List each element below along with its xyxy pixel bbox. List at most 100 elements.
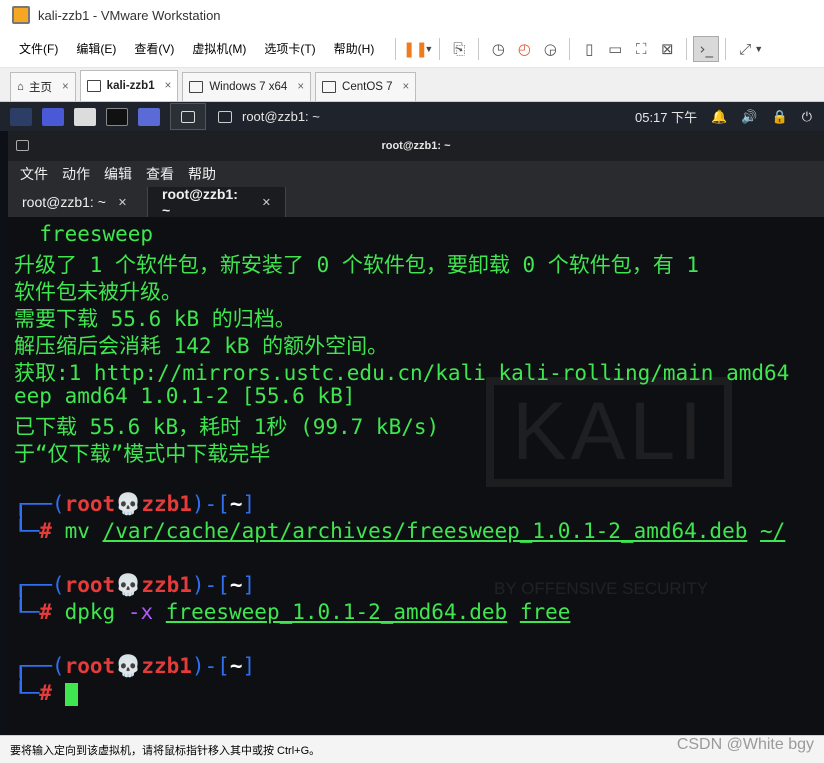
volume-icon[interactable]: 🔊	[741, 109, 757, 125]
revert-snapshot-icon[interactable]: ◴	[511, 36, 537, 62]
vm-icon	[86, 80, 101, 92]
unity-icon[interactable]: ⊠	[654, 36, 680, 62]
show-desktop-icon[interactable]	[42, 107, 64, 126]
fullscreen-icon[interactable]: ⛶	[628, 36, 654, 62]
toolbar: ❚❚ ▼ ⎘ ◷ ◴ ◶ ▯ ▭ ⛶ ⊠ ›_ ⤢ ▼	[389, 35, 763, 62]
skull-icon: 💀	[115, 492, 142, 516]
menu-edit[interactable]: 编辑(E)	[67, 40, 125, 57]
menu-tabs[interactable]: 选项卡(T)	[255, 40, 324, 57]
toolbar-divider	[439, 37, 441, 60]
chevron-down-icon[interactable]: ▼	[754, 44, 763, 54]
kali-top-panel: root@zzb1: ~ 05:17 下午 🔔 🔊 🔒 ⏻	[0, 102, 824, 131]
prompt-user: root	[64, 492, 116, 516]
prompt-dir: ~	[229, 492, 243, 516]
tab-home[interactable]: ⌂ 主页 ×	[10, 72, 76, 101]
terminal-tab-active[interactable]: root@zzb1: ~ ✕	[148, 186, 286, 218]
tab-kali-zzb1[interactable]: kali-zzb1 ×	[79, 70, 179, 101]
bell-icon[interactable]: 🔔	[711, 109, 727, 125]
kali-menu-icon[interactable]	[10, 107, 32, 126]
vmware-logo-icon	[12, 6, 30, 24]
kali-watermark-logo: KALI	[486, 377, 732, 487]
skull-icon: 💀	[115, 573, 142, 597]
prompt-host: zzb1	[141, 492, 192, 516]
prompt-host: zzb1	[141, 654, 192, 678]
close-icon[interactable]: ×	[403, 81, 410, 93]
toolbar-divider	[569, 37, 571, 60]
chevron-down-icon[interactable]: ▼	[424, 44, 433, 54]
close-icon[interactable]: ×	[297, 81, 304, 93]
terminal-menubar: 文件 动作 编辑 查看 帮助	[8, 161, 824, 187]
terminal-menu-action[interactable]: 动作	[62, 164, 90, 184]
command-exe: mv	[64, 519, 90, 543]
terminal-menu-help[interactable]: 帮助	[188, 164, 216, 184]
menu-help[interactable]: 帮助(H)	[325, 40, 384, 57]
csdn-watermark: CSDN @White bgy	[676, 736, 814, 753]
output-line: 解压缩后会消耗 142 kB 的额外空间。	[14, 334, 389, 358]
taskbar-terminal[interactable]: root@zzb1: ~	[218, 109, 320, 124]
output-line: 升级了 1 个软件包，新安装了 0 个软件包，要卸载 0 个软件包，有 1	[14, 253, 700, 277]
terminal-menu-view[interactable]: 查看	[146, 164, 174, 184]
prompt-user: root	[64, 654, 116, 678]
command-line[interactable]: └─#	[14, 681, 78, 706]
sidebar-icon[interactable]: ▯	[576, 36, 602, 62]
vm-display[interactable]: root@zzb1: ~ 05:17 下午 🔔 🔊 🔒 ⏻ root@zzb1:…	[0, 102, 824, 735]
vm-icon	[189, 81, 204, 93]
skull-icon: 💀	[115, 654, 142, 678]
close-icon[interactable]: ✕	[118, 196, 127, 209]
window-title: kali-zzb1 - VMware Workstation	[38, 7, 221, 23]
tab-label: kali-zzb1	[106, 80, 155, 92]
toolbar-divider	[686, 37, 688, 60]
output-line: eep amd64 1.0.1-2 [55.6 kB]	[14, 384, 356, 408]
terminal-menu-file[interactable]: 文件	[20, 164, 48, 184]
terminal-icon	[16, 140, 29, 151]
prompt-host: zzb1	[141, 573, 192, 597]
terminal-title: root@zzb1: ~	[381, 140, 451, 152]
prompt-dir: ~	[229, 573, 243, 597]
menu-bar: 文件(F) 编辑(E) 查看(V) 虚拟机(M) 选项卡(T) 帮助(H) ❚❚…	[0, 30, 824, 68]
recorder-icon[interactable]	[138, 107, 160, 126]
command-exe: dpkg	[64, 600, 116, 624]
console-icon[interactable]: ›_	[693, 35, 720, 62]
close-icon[interactable]: ×	[62, 81, 69, 93]
home-icon: ⌂	[17, 81, 24, 93]
clock[interactable]: 05:17 下午	[635, 107, 697, 126]
output-line: 已下载 55.6 kB，耗时 1秒 (99.7 kB/s)	[14, 415, 440, 439]
send-keys-icon[interactable]: ⎘	[446, 36, 472, 62]
menu-file[interactable]: 文件(F)	[10, 40, 67, 57]
snapshot-icon[interactable]: ◷	[485, 36, 511, 62]
terminal-icon	[181, 110, 195, 123]
close-icon[interactable]: ×	[165, 80, 172, 92]
tab-windows-7[interactable]: Windows 7 x64 ×	[182, 72, 312, 101]
output-line: 于“仅下载”模式中下载完毕	[14, 442, 271, 466]
terminal-tab-label: root@zzb1: ~	[22, 194, 106, 210]
terminal-menu-edit[interactable]: 编辑	[104, 164, 132, 184]
terminal-output[interactable]: KALI BY OFFENSIVE SECURITY freesweep 升级了…	[8, 217, 824, 735]
terminal-tab[interactable]: root@zzb1: ~ ✕	[8, 187, 148, 217]
tab-centos-7[interactable]: CentOS 7 ×	[315, 72, 417, 101]
menu-vm[interactable]: 虚拟机(M)	[183, 40, 255, 57]
menu-view[interactable]: 查看(V)	[125, 40, 183, 57]
vm-tab-bar: ⌂ 主页 × kali-zzb1 × Windows 7 x64 × CentO…	[0, 68, 824, 102]
taskbar-window-title: root@zzb1: ~	[242, 109, 320, 124]
terminal-launcher-icon[interactable]	[106, 107, 128, 126]
prompt-dir: ~	[229, 654, 243, 678]
active-window-button[interactable]	[170, 103, 206, 130]
prompt-line: ┌──(root💀zzb1)-[~]	[14, 654, 256, 678]
prompt-user: root	[64, 573, 116, 597]
prompt-line: ┌──(root💀zzb1)-[~]	[14, 492, 256, 516]
toolbar-divider	[725, 37, 727, 60]
terminal-tab-bar: root@zzb1: ~ ✕ root@zzb1: ~ ✕	[8, 186, 824, 218]
power-icon[interactable]: ⏻	[802, 109, 812, 125]
lock-icon[interactable]: 🔒	[772, 109, 788, 125]
thumbnail-icon[interactable]: ▭	[602, 36, 628, 62]
title-bar: kali-zzb1 - VMware Workstation	[0, 0, 824, 30]
file-manager-icon[interactable]	[74, 107, 96, 126]
status-bar: 要将输入定向到该虚拟机，请将鼠标指针移入其中或按 Ctrl+G。 CSDN @W…	[0, 735, 824, 763]
command-line: └─# mv /var/cache/apt/archives/freesweep…	[14, 519, 786, 543]
snapshot-manager-icon[interactable]: ◶	[537, 36, 563, 62]
text-cursor	[64, 682, 78, 706]
kali-watermark-tagline: BY OFFENSIVE SECURITY	[494, 579, 709, 598]
tray: 05:17 下午 🔔 🔊 🔒 ⏻	[635, 102, 824, 131]
terminal-tab-label: root@zzb1: ~	[162, 186, 238, 218]
close-icon[interactable]: ✕	[262, 196, 271, 209]
